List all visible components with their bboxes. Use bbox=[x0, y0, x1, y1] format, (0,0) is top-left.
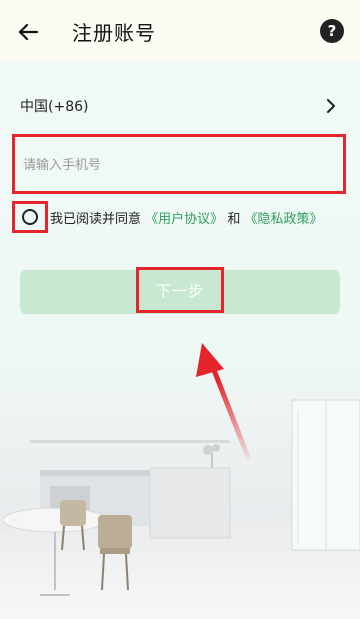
help-button[interactable]: ? bbox=[320, 19, 344, 43]
register-page: 注册账号 ? 中国(+86) 我已阅读并同意 《用户协议》 和 《隐私政策》 下 bbox=[0, 0, 360, 619]
agreement-conjunction: 和 bbox=[227, 211, 241, 227]
agreement-prefix: 我已阅读并同意 bbox=[50, 211, 142, 227]
agreement-text: 我已阅读并同意 《用户协议》 和 《隐私政策》 bbox=[50, 208, 322, 227]
country-code-selector[interactable]: 中国(+86) bbox=[20, 92, 338, 120]
agreement-row: 我已阅读并同意 《用户协议》 和 《隐私政策》 bbox=[12, 201, 322, 233]
chevron-right-icon bbox=[324, 99, 338, 113]
app-header: 注册账号 ? bbox=[0, 0, 360, 62]
next-button-label: 下一步 bbox=[155, 281, 204, 300]
back-button[interactable] bbox=[14, 18, 42, 46]
agreement-checkbox[interactable] bbox=[12, 201, 48, 233]
phone-number-input[interactable] bbox=[21, 149, 335, 181]
radio-circle-icon bbox=[22, 209, 38, 225]
user-agreement-link[interactable]: 《用户协议》 bbox=[145, 212, 223, 227]
country-code-label: 中国(+86) bbox=[20, 99, 89, 115]
privacy-policy-link[interactable]: 《隐私政策》 bbox=[244, 212, 322, 227]
next-button[interactable]: 下一步 bbox=[20, 267, 340, 314]
phone-input-highlight bbox=[12, 134, 346, 194]
next-button-highlight[interactable]: 下一步 bbox=[136, 267, 224, 313]
kitchen-background-image bbox=[0, 380, 360, 619]
question-circle-icon: ? bbox=[327, 22, 337, 40]
arrow-left-icon bbox=[18, 23, 39, 41]
page-title: 注册账号 bbox=[72, 21, 156, 45]
